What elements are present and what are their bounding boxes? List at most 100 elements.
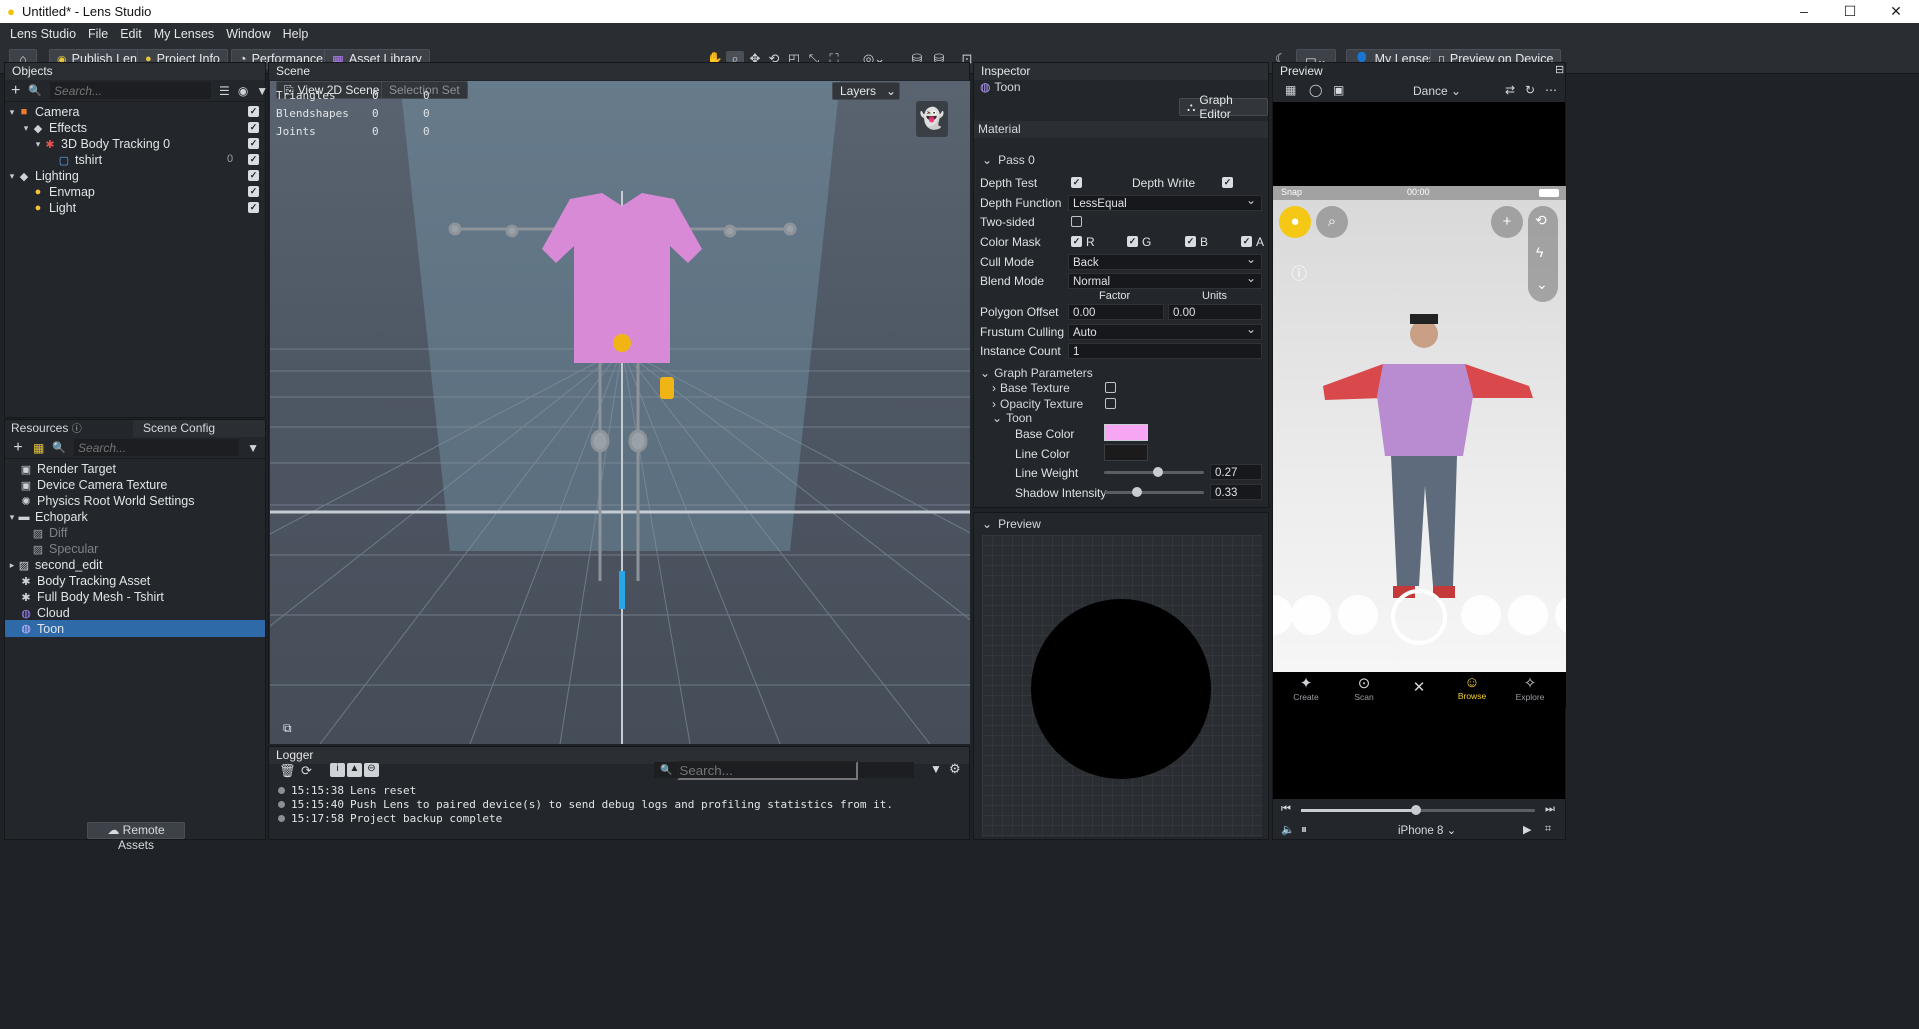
maximize-icon[interactable]: ☐ [1827,3,1873,20]
tree-row-envmap[interactable]: ● Envmap [31,184,95,200]
expand-arrow-icon[interactable]: ▾ [7,107,17,118]
step-back-icon[interactable]: ⏮ [1281,803,1291,816]
camera-layout-icon[interactable]: ▦ [1285,83,1296,97]
lens-carousel-item[interactable] [1291,595,1331,635]
objects-search-input[interactable] [50,82,212,99]
graph-editor-button[interactable]: ⛬ Graph Editor [1179,93,1268,121]
frame-scene-icon[interactable]: ⧉ [283,721,292,736]
remote-assets-button[interactable]: ☁ Remote Assets [87,822,185,852]
menu-file[interactable]: File [82,27,114,41]
nav-scan[interactable]: ⊙ Scan [1341,674,1387,702]
enable-checkbox-body-tracking[interactable]: ✓ [248,138,259,149]
lens-carousel-item[interactable] [1508,595,1548,635]
resources-search-input[interactable] [74,439,240,456]
enable-checkbox-light[interactable]: ✓ [248,202,259,213]
capture-button[interactable] [1391,589,1447,645]
clear-log-icon[interactable]: 🗑 [279,763,296,779]
layers-dropdown[interactable]: Layers ⌄ [832,82,900,100]
add-resource-icon[interactable]: + [11,439,25,457]
material-preview-canvas[interactable] [982,535,1262,837]
resource-device-camera-texture[interactable]: ▣ Device Camera Texture [19,477,168,493]
snapchat-ghost-icon[interactable]: 👻 [916,101,948,137]
enable-checkbox-tshirt[interactable]: ✓ [248,154,259,165]
menu-help[interactable]: Help [277,27,315,41]
slider-handle[interactable] [1410,805,1421,815]
two-sided-checkbox[interactable] [1071,216,1082,227]
add-object-icon[interactable]: + [11,82,20,100]
resource-render-target[interactable]: ▣ Render Target [19,461,116,477]
nav-explore[interactable]: ✧ Explore [1507,674,1553,702]
depth-write-checkbox[interactable]: ✓ [1222,177,1233,188]
tab-scene-config[interactable]: Scene Config [133,420,215,437]
shadow-intensity-input[interactable]: 0.33 [1210,484,1262,500]
more-options-icon[interactable]: ⋯ [1545,83,1557,97]
tree-row-tshirt[interactable]: ▢ tshirt [57,152,102,168]
expand-arrow-icon[interactable]: ▾ [7,512,17,523]
slider-handle[interactable] [1153,467,1163,477]
tree-row-light[interactable]: ● Light [31,200,76,216]
tab-resources[interactable]: Resources ⓘ [5,420,133,437]
menu-lens-studio[interactable]: Lens Studio [4,27,82,41]
warning-filter-icon[interactable]: ▲ [347,763,362,777]
instance-count-input[interactable]: 1 [1068,343,1262,359]
step-forward-icon[interactable]: ⏭ [1545,803,1555,816]
material-preview-header[interactable]: ⌄ Preview [982,517,1041,531]
enable-checkbox-envmap[interactable]: ✓ [248,186,259,197]
resource-echopark-folder[interactable]: ▾ ▬ Echopark [7,509,88,525]
menu-my-lenses[interactable]: My Lenses [148,27,220,41]
record-video-icon[interactable]: ▶ [1523,823,1531,836]
settings-gear-icon[interactable]: ⚙ [949,761,961,777]
polygon-offset-factor-input[interactable]: 0.00 [1068,304,1164,320]
error-filter-icon[interactable]: ⊖ [364,763,379,777]
resource-toon-selected[interactable]: ◍ Toon [5,620,265,637]
base-texture-checkbox[interactable] [1105,382,1116,393]
nav-close[interactable]: ✕ [1396,674,1442,696]
shadow-intensity-slider[interactable] [1104,487,1204,497]
resource-full-body-mesh[interactable]: ✱ Full Body Mesh - Tshirt [19,589,164,605]
lens-carousel-item[interactable] [1338,595,1378,635]
enable-checkbox-lighting[interactable]: ✓ [248,170,259,181]
slider-handle[interactable] [1132,487,1142,497]
tree-row-camera[interactable]: ▾ ■ Camera [7,104,80,120]
tree-row-body-tracking[interactable]: ▾ ✱ 3D Body Tracking 0 [33,136,170,152]
line-color-swatch[interactable] [1104,444,1148,461]
nav-browse[interactable]: ☺ Browse [1449,674,1495,701]
resource-body-tracking-asset[interactable]: ✱ Body Tracking Asset [19,573,150,589]
face-icon[interactable]: ◯ [1309,83,1322,97]
resource-specular[interactable]: ▨ Specular [31,541,99,557]
scene-viewport[interactable] [270,81,970,744]
polygon-offset-units-input[interactable]: 0.00 [1168,304,1262,320]
opacity-texture-checkbox[interactable] [1105,398,1116,409]
list-view-icon[interactable]: ☰ [219,84,230,98]
base-texture-row[interactable]: › Base Texture [992,381,1070,395]
logger-search-input[interactable] [677,760,859,780]
toon-params-header[interactable]: ⌄ Toon [992,411,1032,425]
filter-icon[interactable]: ▼ [930,762,942,776]
opacity-texture-row[interactable]: › Opacity Texture [992,397,1083,411]
collapse-arrow-icon[interactable]: ▸ [7,560,17,571]
minimize-icon[interactable]: – [1781,3,1827,20]
info-filter-icon[interactable]: i [330,763,345,777]
frustum-culling-select[interactable]: Auto [1068,321,1262,340]
visibility-eye-icon[interactable]: ◉ [238,84,248,98]
mask-g-checkbox[interactable]: ✓ [1127,236,1138,247]
preview-mode-dropdown[interactable]: Dance ⌄ [1413,84,1461,98]
tree-row-lighting[interactable]: ▾ ◆ Lighting [7,168,79,184]
menu-edit[interactable]: Edit [114,27,148,41]
enable-checkbox-effects[interactable]: ✓ [248,122,259,133]
depth-function-select[interactable]: LessEqual [1068,192,1262,211]
depth-test-checkbox[interactable]: ✓ [1071,177,1082,188]
reset-log-icon[interactable]: ⟳ [301,763,312,779]
pass-header[interactable]: ⌄ Pass 0 [982,153,1035,167]
resource-physics-root[interactable]: ✺ Physics Root World Settings [19,493,194,509]
enable-checkbox-camera[interactable]: ✓ [248,106,259,117]
filter-icon[interactable]: ▼ [247,441,259,455]
lens-carousel-item[interactable] [1461,595,1501,635]
asset-grid-icon[interactable]: ▦ [33,441,44,455]
mask-r-checkbox[interactable]: ✓ [1071,236,1082,247]
phone-screen[interactable]: Snap 00:00 ● ⌕ + ⟲ ϟ ⌄ ⓘ [1273,186,1566,672]
tree-row-effects[interactable]: ▾ ◆ Effects [21,120,87,136]
screen-icon[interactable]: ▣ [1333,83,1344,97]
graph-parameters-header[interactable]: ⌄ Graph Parameters [980,366,1093,380]
resource-diff[interactable]: ▨ Diff [31,525,68,541]
